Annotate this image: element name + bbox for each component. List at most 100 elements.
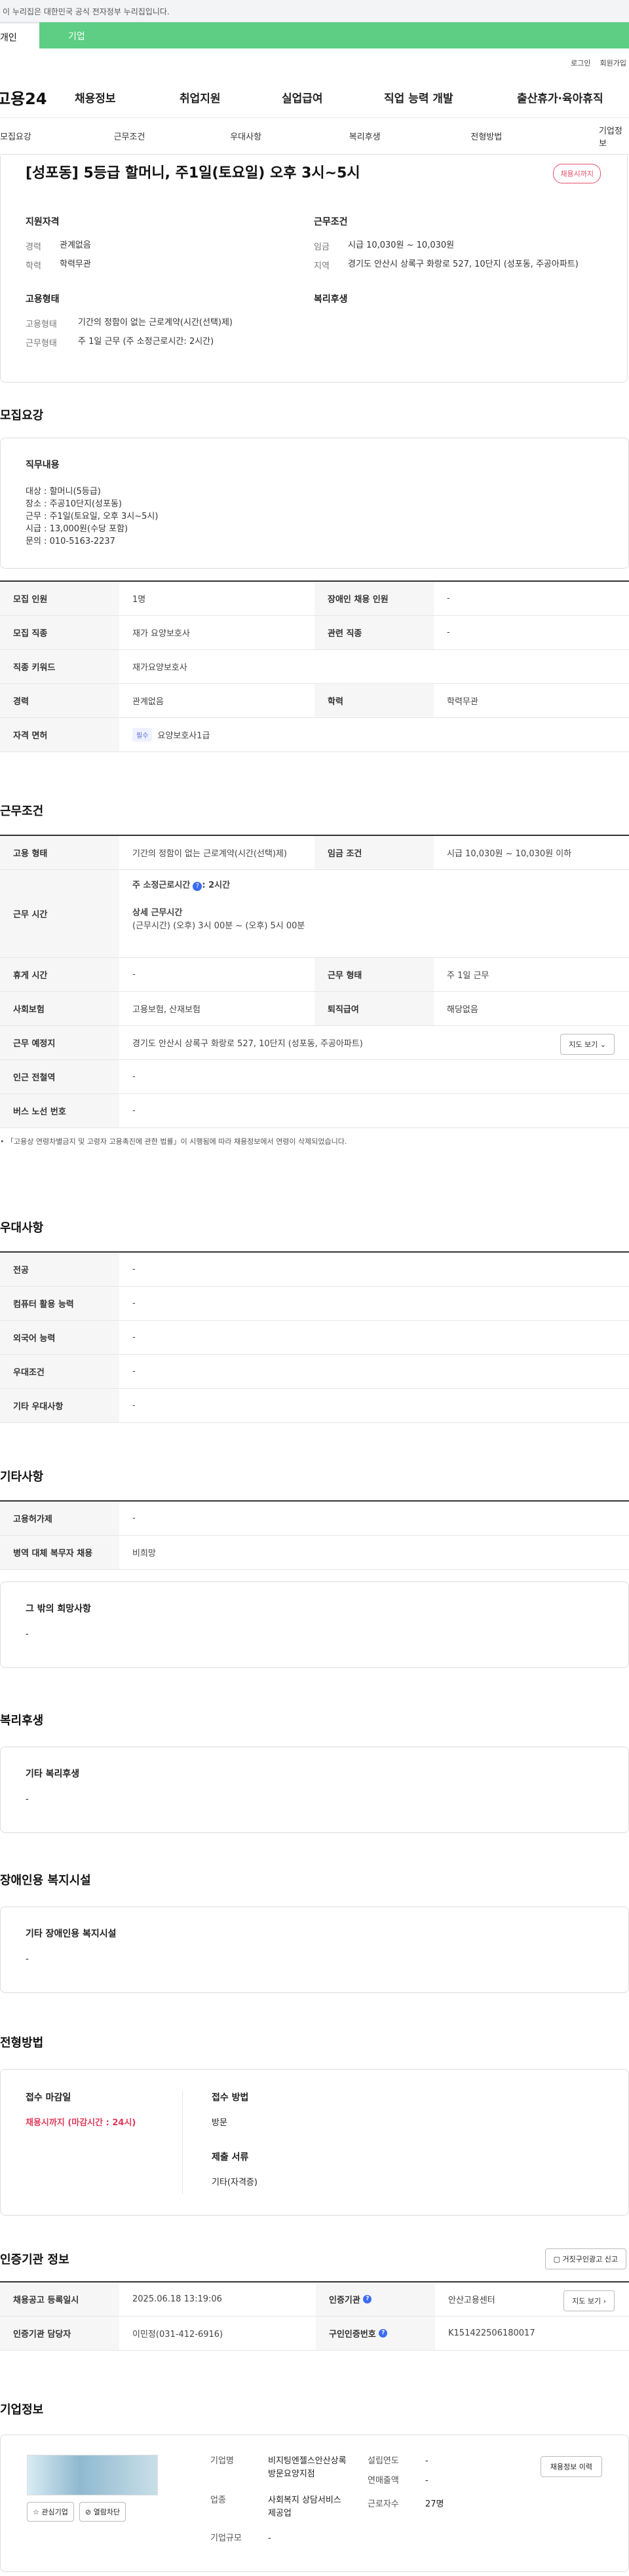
- tab-personal[interactable]: 개인: [0, 22, 39, 48]
- certification-table: 채용공고 등록일시 2025.06.18 13:19:06 인증기관 ? 안산고용…: [0, 2281, 629, 2351]
- job-description-title: 직무내용: [26, 460, 60, 470]
- table-row: 경력 관계없음 학력 학력무관: [0, 684, 629, 718]
- table-header-cell: 컴퓨터 활용 능력: [0, 1287, 119, 1320]
- table-cell: 재가 요양보호사: [132, 629, 190, 639]
- work-type-value: 주 1일 근무 (주 소정근로시간: 2시간): [78, 337, 214, 347]
- table-row: 병역 대체 복무자 채용 비희망: [0, 1536, 629, 1570]
- company-section: 기업정보 ☆ 관심기업 ⊘ 열람차단 기업명 비지팅엔젤스안산상록방문요양지점 업…: [0, 2400, 629, 2572]
- table-cell: 1명: [132, 595, 146, 605]
- area-value: 경기도 안산시 상록구 화랑로 527, 10단지 (성포동, 주공아파트): [348, 259, 579, 269]
- career-label: 경력: [26, 242, 41, 252]
- welfare-title: 복리후생: [314, 294, 348, 305]
- table-header-cell: 기타 우대사항: [0, 1389, 119, 1422]
- etc-table: 고용허가제 - 병역 대체 복무자 채용 비희망: [0, 1500, 629, 1570]
- employment-type-value: 기간의 정함이 없는 근로계약(시간(선택)제): [78, 318, 233, 328]
- deadline-value: 채용시까지 (마감시간 : 24시): [26, 2118, 136, 2128]
- gov-banner-text: 이 누리집은 대한민국 공식 전자정부 누리집입니다.: [3, 7, 170, 16]
- false-ad-report-button[interactable]: ▢ 거짓구인광고 신고: [544, 2248, 626, 2269]
- certification-section: 인증기관 정보 ▢ 거짓구인광고 신고 채용공고 등록일시 2025.06.18 …: [0, 2248, 629, 2351]
- table-row: 근무 예정지 경기도 안산시 상록구 화랑로 527, 10단지 (성포동, 주공…: [0, 1026, 629, 1060]
- recruit-table: 모집 인원 1명 장애인 채용 인원 - 모집 직종 재가 요양보호사 관련 직종 - …: [0, 580, 629, 752]
- table-cell: 학력무관: [447, 697, 478, 707]
- table-header-cell: 모집 직종: [0, 616, 119, 649]
- welfare-section-title: 복리후생: [0, 1714, 44, 1728]
- nav-job-info[interactable]: 채용정보: [75, 89, 180, 105]
- work-table: 고용 형태 기간의 정함이 없는 근로계약(시간(선택)제) 임금 조건 시급 10…: [0, 835, 629, 1128]
- welfare-value: -: [26, 1794, 29, 1804]
- table-row: 버스 노선 번호 -: [0, 1094, 629, 1128]
- table-cell: -: [132, 1401, 136, 1411]
- preference-section: 우대사항 전공 - 컴퓨터 활용 능력 - 외국어 능력 - 우대조건 - 기타 우대사…: [0, 1219, 629, 1423]
- wage-value: 시급 10,030원 ~ 10,030원: [348, 240, 455, 250]
- nav-unemployment-benefit[interactable]: 실업급여: [282, 89, 384, 105]
- company-logo-image: [27, 2455, 158, 2495]
- info-icon[interactable]: ?: [363, 2295, 372, 2303]
- info-icon[interactable]: ?: [193, 882, 202, 891]
- welfare-card-title: 기타 복리후생: [26, 1769, 80, 1779]
- block-icon: ⊘: [85, 2508, 92, 2516]
- work-section: 근무조건 고용 형태 기간의 정함이 없는 근로계약(시간(선택)제) 임금 조건…: [0, 802, 629, 1146]
- table-header-cell: 휴게 시간: [0, 958, 119, 991]
- user-type-tabs: 개인 기업: [0, 22, 629, 48]
- required-tag: 필수: [132, 728, 153, 742]
- login-link[interactable]: 로그인: [571, 58, 590, 68]
- table-cell: 해당없음: [447, 1005, 478, 1015]
- table-header-cell: 근무 형태: [314, 958, 434, 991]
- join-link[interactable]: 회원가입: [600, 58, 626, 68]
- tab-recruit[interactable]: 모집요강: [0, 130, 113, 142]
- table-header-cell: 구인인증번호 ?: [316, 2317, 435, 2350]
- company-details-left: 기업명 비지팅엔젤스안산상록방문요양지점 업종 사회복지 상담서비스 제공업 기업규…: [210, 2456, 347, 2543]
- tab-preference[interactable]: 우대사항: [226, 130, 343, 142]
- qualification-title: 지원자격: [26, 217, 60, 227]
- tab-company[interactable]: 기업정보: [583, 124, 629, 149]
- nav-skills-development[interactable]: 직업 능력 개발: [384, 89, 517, 105]
- etc-section-title: 기타사항: [0, 1470, 44, 1484]
- table-header-cell: 버스 노선 번호: [0, 1094, 119, 1127]
- map-view-button[interactable]: 지도 보기 ⌄: [560, 1034, 615, 1055]
- table-header-cell: 채용공고 등록일시: [0, 2282, 119, 2316]
- tab-company[interactable]: 기업: [39, 22, 629, 48]
- tab-welfare[interactable]: 복리후생: [343, 130, 462, 142]
- table-row: 모집 직종 재가 요양보호사 관련 직종 -: [0, 616, 629, 650]
- company-section-title: 기업정보: [0, 2403, 44, 2417]
- career-value: 관계없음: [60, 240, 91, 250]
- table-row: 고용허가제 -: [0, 1502, 629, 1536]
- selection-card: 접수 마감일 채용시까지 (마감시간 : 24시) 접수 방법 방문 제출 서류…: [0, 2069, 629, 2216]
- table-cell: K151422506180017: [448, 2328, 535, 2338]
- table-cell: 재가요양보호사: [132, 663, 187, 673]
- org-map-button[interactable]: 지도 보기 ›: [563, 2290, 615, 2311]
- etc-section: 기타사항 고용허가제 - 병역 대체 복무자 채용 비희망 그 밖의 희망사항 -: [0, 1468, 629, 1668]
- info-icon[interactable]: ?: [379, 2329, 388, 2338]
- table-header-cell: 인근 전철역: [0, 1060, 119, 1093]
- tab-work[interactable]: 근무조건: [113, 130, 227, 142]
- chevron-right-icon: ›: [603, 2297, 606, 2305]
- util-links: 로그인 회원가입: [0, 48, 629, 77]
- table-row: 휴게 시간 - 근무 형태 주 1일 근무: [0, 958, 629, 992]
- table-cell: 시급 10,030원 ~ 10,030원 이하: [447, 849, 572, 859]
- block-view-button[interactable]: ⊘ 열람차단: [79, 2502, 126, 2522]
- deadline-badge: 채용시까지: [553, 164, 601, 183]
- preference-table: 전공 - 컴퓨터 활용 능력 - 외국어 능력 - 우대조건 - 기타 우대사항 -: [0, 1251, 629, 1423]
- work-section-title: 근무조건: [0, 805, 44, 818]
- table-cell: -: [447, 628, 450, 637]
- welfare-section: 복리후생 기타 복리후생 -: [0, 1711, 629, 1833]
- site-logo[interactable]: 고용24: [0, 86, 75, 109]
- table-cell: 비희망: [132, 1549, 156, 1559]
- area-label: 지역: [314, 261, 330, 271]
- job-history-button[interactable]: 채용정보 이력: [540, 2456, 602, 2477]
- nav-parental-leave[interactable]: 출산휴가·육아휴직: [517, 89, 603, 105]
- education-label: 학력: [26, 261, 41, 271]
- method-block: 접수 방법 방문 제출 서류 기타(자격증): [212, 2093, 257, 2188]
- work-condition-block: 근무조건 임금 시급 10,030원 ~ 10,030원 지역 경기도 안산시 상록…: [314, 215, 602, 278]
- table-header-cell: 병역 대체 복무자 채용: [0, 1536, 119, 1569]
- table-header-cell: 학력: [314, 684, 434, 717]
- table-cell: 경기도 안산시 상록구 화랑로 527, 10단지 (성포동, 주공아파트): [132, 1039, 363, 1049]
- wage-label: 임금: [314, 242, 330, 252]
- table-row: 전공 -: [0, 1253, 629, 1287]
- age-note: • 「고용상 연령차별금지 및 고령자 고용촉진에 관한 법률」이 시행됨에 따…: [0, 1137, 347, 1146]
- nav-employment-support[interactable]: 취업지원: [180, 89, 282, 105]
- table-row: 인증기관 담당자 이민정(031-412-6916) 구인인증번호 ? K1514…: [0, 2317, 629, 2351]
- selection-section-title: 전형방법: [0, 2036, 44, 2050]
- tab-selection[interactable]: 전형방법: [461, 130, 583, 142]
- favorite-company-button[interactable]: ☆ 관심기업: [27, 2502, 74, 2522]
